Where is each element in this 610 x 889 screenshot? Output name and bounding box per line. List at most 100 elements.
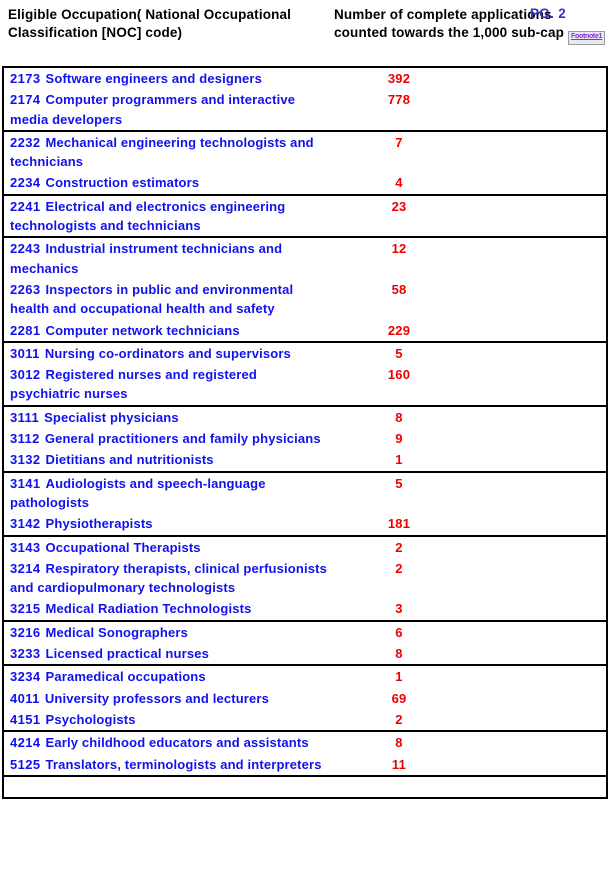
- noc-code: 4011: [10, 690, 40, 706]
- cell-occupation: 2263 Inspectors in public and environment…: [4, 279, 332, 320]
- applications-count: 23: [391, 198, 407, 214]
- noc-code: 2281: [10, 322, 41, 338]
- footnote-link[interactable]: Footnote1: [568, 31, 606, 45]
- cell-occupation: 2243 Industrial instrument technicians an…: [4, 238, 332, 279]
- occupation-title: Medical Sonographers: [45, 624, 188, 640]
- occupation-title: Occupational Therapists: [45, 539, 201, 555]
- header-cell-occupation: Eligible Occupation( National Occupation…: [2, 6, 330, 42]
- occupation-title: Dietitians and nutritionists: [45, 452, 214, 468]
- occupation-label: 2241 Electrical and electronics engineeri…: [10, 199, 285, 233]
- table-group: 2241 Electrical and electronics engineeri…: [4, 196, 606, 239]
- applications-count: 1: [395, 452, 403, 468]
- cell-applications: 1: [332, 449, 606, 470]
- occupation-title: Paramedical occupations: [45, 669, 206, 685]
- occupation-label: 3234 Paramedical occupations: [10, 669, 206, 684]
- occupation-title: Inspectors in public and environmental h…: [10, 281, 294, 317]
- occupation-label: 3142 Physiotherapists: [10, 516, 153, 531]
- table-group: 3011 Nursing co-ordinators and supervisor…: [4, 343, 606, 407]
- noc-code: 3233: [10, 646, 41, 662]
- occupation-title: General practitioners and family physici…: [44, 431, 321, 447]
- cell-applications: 5: [332, 343, 606, 364]
- occupation-label: 3012 Registered nurses and registered psy…: [10, 367, 257, 401]
- cell-occupation: 3112 General practitioners and family phy…: [4, 428, 332, 449]
- table-row: 2174 Computer programmers and interactive…: [4, 89, 606, 130]
- occupation-label: 3216 Medical Sonographers: [10, 625, 188, 640]
- occupation-label: 2281 Computer network technicians: [10, 323, 240, 338]
- occupation-title: Respiratory therapists, clinical perfusi…: [10, 560, 327, 596]
- noc-code: 3215: [10, 601, 41, 617]
- cell-occupation: 3233 Licensed practical nurses: [4, 643, 332, 664]
- cell-applications: 160: [332, 364, 606, 385]
- noc-code: 2173: [10, 71, 41, 86]
- occupation-label: 4011 University professors and lecturers: [10, 691, 269, 706]
- occupation-label: 3111 Specialist physicians: [10, 410, 179, 425]
- cell-occupation: 3142 Physiotherapists: [4, 513, 332, 534]
- occupation-title: Psychologists: [45, 711, 136, 727]
- applications-count: 2: [395, 711, 403, 727]
- table-group: 2243 Industrial instrument technicians an…: [4, 238, 606, 343]
- noc-code: 2243: [10, 241, 41, 257]
- occupation-title: University professors and lecturers: [44, 690, 269, 706]
- occupation-table: 2173 Software engineers and designers 392 2…: [2, 68, 608, 799]
- noc-code: 2241: [10, 198, 41, 214]
- noc-code: 3143: [10, 539, 41, 555]
- table-row: 3234 Paramedical occupations 1: [4, 666, 606, 687]
- cell-occupation: 2234 Construction estimators: [4, 172, 332, 193]
- applications-count: 1: [395, 669, 403, 685]
- table-row: 3112 General practitioners and family phy…: [4, 428, 606, 449]
- table-row: 3011 Nursing co-ordinators and supervisor…: [4, 343, 606, 364]
- noc-code: 3111: [10, 409, 40, 425]
- cell-occupation: 3216 Medical Sonographers: [4, 622, 332, 643]
- noc-code: 3234: [10, 669, 41, 685]
- cell-occupation: 2232 Mechanical engineering technologists…: [4, 132, 332, 173]
- occupation-title: Audiologists and speech-language patholo…: [10, 475, 266, 510]
- table-row: 3143 Occupational Therapists 2: [4, 537, 606, 558]
- table-group: 3111 Specialist physicians 8 3112 General pr…: [4, 407, 606, 473]
- page-label: PG. 2: [529, 6, 566, 21]
- noc-code: 2234: [10, 175, 41, 191]
- cell-applications: 12: [332, 238, 606, 259]
- occupation-label: 3215 Medical Radiation Technologists: [10, 601, 251, 616]
- table-row: 5125 Translators, terminologists and inte…: [4, 754, 606, 775]
- cell-applications: 2: [332, 537, 606, 558]
- applications-count: 778: [387, 92, 411, 108]
- cell-occupation: 5125 Translators, terminologists and inte…: [4, 754, 332, 775]
- occupation-title: Registered nurses and registered psychia…: [10, 367, 257, 402]
- occupation-label: 4151 Psychologists: [10, 712, 136, 727]
- table-row: 3215 Medical Radiation Technologists 3: [4, 598, 606, 619]
- occupation-label: 3132 Dietitians and nutritionists: [10, 452, 214, 467]
- table-row: 2281 Computer network technicians 229: [4, 320, 606, 341]
- occupation-title: Computer network technicians: [45, 322, 240, 338]
- cell-occupation: 3011 Nursing co-ordinators and supervisor…: [4, 343, 332, 364]
- occupation-label: 4214 Early childhood educators and assist…: [10, 735, 309, 750]
- applications-count: 8: [395, 646, 403, 662]
- occupation-label: 5125 Translators, terminologists and inte…: [10, 757, 322, 772]
- noc-code: 4151: [10, 711, 41, 727]
- table-row: 3233 Licensed practical nurses 8: [4, 643, 606, 664]
- table-header: Eligible Occupation( National Occupation…: [2, 0, 608, 68]
- applications-count: 2: [395, 539, 403, 555]
- table-row: 3216 Medical Sonographers 6: [4, 622, 606, 643]
- cell-occupation: 3215 Medical Radiation Technologists: [4, 598, 332, 619]
- occupation-title: Physiotherapists: [45, 516, 153, 532]
- occupation-title: Specialist physicians: [44, 409, 179, 425]
- cell-applications: 3: [332, 598, 606, 619]
- noc-code: 2263: [10, 281, 41, 297]
- document-page: Eligible Occupation( National Occupation…: [0, 0, 610, 889]
- cell-applications: 229: [332, 320, 606, 341]
- table-group: 2173 Software engineers and designers 392 2…: [4, 68, 606, 132]
- cell-applications: 181: [332, 513, 606, 534]
- cell-applications: 8: [332, 643, 606, 664]
- noc-code: 3132: [10, 452, 41, 468]
- applications-count: 4: [395, 175, 403, 191]
- cell-applications: 7: [332, 132, 606, 153]
- table-row: 2243 Industrial instrument technicians an…: [4, 238, 606, 279]
- table-row: 2234 Construction estimators 4: [4, 172, 606, 193]
- occupation-title: Industrial instrument technicians and me…: [10, 241, 283, 276]
- occupation-title: Nursing co-ordinators and supervisors: [44, 345, 291, 361]
- cell-applications: 6: [332, 622, 606, 643]
- cell-occupation: 3141 Audiologists and speech-language pat…: [4, 473, 332, 514]
- cell-occupation: 3234 Paramedical occupations: [4, 666, 332, 687]
- cell-occupation: 4011 University professors and lecturers: [4, 688, 332, 709]
- cell-occupation: 3214 Respiratory therapists, clinical per…: [4, 558, 332, 599]
